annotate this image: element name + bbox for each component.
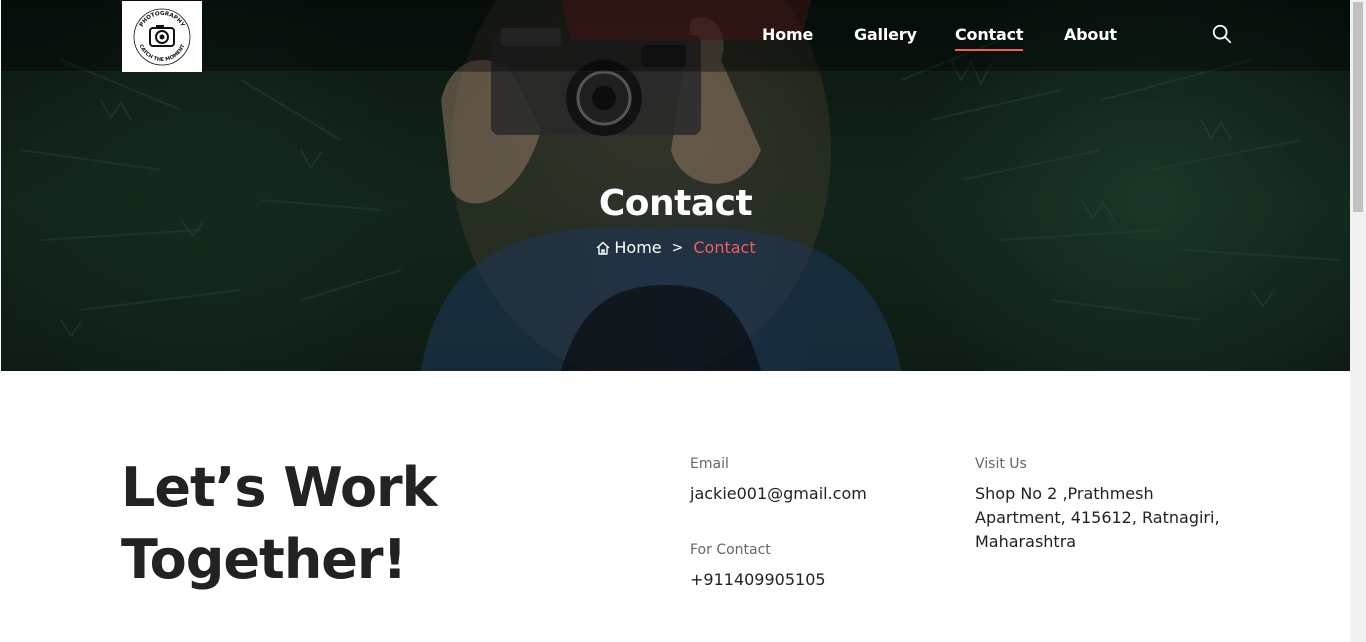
breadcrumb-home-link[interactable]: Home xyxy=(595,238,662,257)
address-line-3: Maharashtra xyxy=(975,532,1077,551)
breadcrumb-home-label: Home xyxy=(614,238,662,257)
home-icon xyxy=(596,241,610,255)
nav-contact[interactable]: Contact xyxy=(955,24,1024,51)
scrollbar-thumb[interactable] xyxy=(1353,2,1363,212)
page-title: Contact xyxy=(598,183,753,224)
headline: Let’s Work Together! xyxy=(121,452,541,596)
hero-banner: PHOTOGRAPHY CATCH THE MOMENT Home Galler… xyxy=(1,0,1350,371)
address-label: Visit Us xyxy=(975,456,1027,472)
header-bar xyxy=(1,0,1350,72)
address-line-1: Shop No 2 ,Prathmesh xyxy=(975,484,1154,503)
site-logo[interactable]: PHOTOGRAPHY CATCH THE MOMENT xyxy=(122,1,202,72)
camera-logo-icon: PHOTOGRAPHY CATCH THE MOMENT xyxy=(133,8,191,65)
nav-about[interactable]: About xyxy=(1064,24,1117,46)
email-value[interactable]: jackie001@gmail.com xyxy=(690,482,867,506)
breadcrumb-separator: > xyxy=(671,239,684,256)
nav-home[interactable]: Home xyxy=(762,24,813,46)
nav-gallery[interactable]: Gallery xyxy=(854,24,917,46)
address-value: Shop No 2 ,Prathmesh Apartment, 415612, … xyxy=(975,482,1235,554)
page: PHOTOGRAPHY CATCH THE MOMENT Home Galler… xyxy=(0,0,1366,642)
headline-line-1: Let’s Work xyxy=(121,456,438,519)
search-icon[interactable] xyxy=(1211,23,1233,45)
address-line-2: Apartment, 415612, Ratnagiri, xyxy=(975,508,1220,527)
phone-label: For Contact xyxy=(690,542,771,558)
headline-line-2: Together! xyxy=(121,528,407,591)
breadcrumb: Home > Contact xyxy=(1,238,1350,257)
page-scrollbar[interactable] xyxy=(1350,0,1366,642)
breadcrumb-current: Contact xyxy=(693,238,756,257)
email-label: Email xyxy=(690,456,729,472)
phone-value[interactable]: +911409905105 xyxy=(690,568,826,592)
